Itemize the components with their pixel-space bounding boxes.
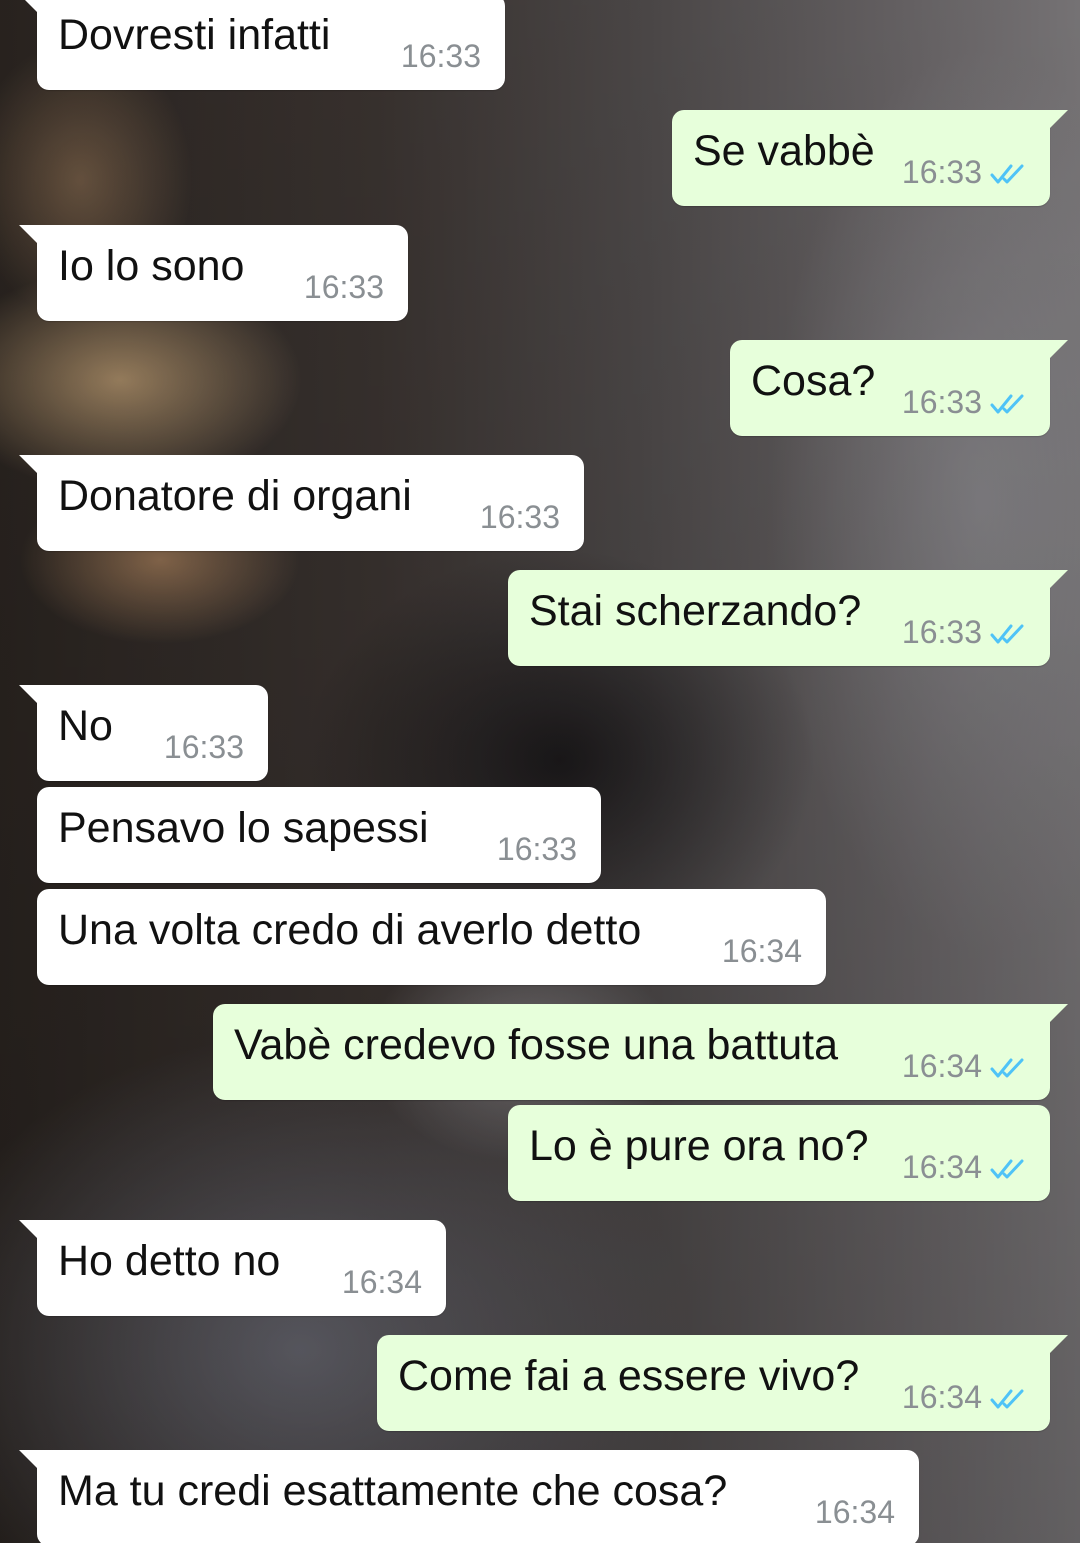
message-time: 16:34 <box>814 1494 895 1530</box>
message-text: Ho detto no <box>58 1237 281 1285</box>
message-text: Una volta credo di averlo detto <box>58 906 642 954</box>
read-receipt-icon <box>990 164 1024 184</box>
message-text: Vabè credevo fosse una battuta <box>234 1021 839 1069</box>
message-text: Come fai a essere vivo? <box>398 1352 860 1400</box>
message-bubble-incoming[interactable]: Dovresti infatti 16:33 <box>19 0 505 90</box>
message-time: 16:33 <box>901 614 982 650</box>
message-time: 16:33 <box>163 729 244 765</box>
message-time: 16:34 <box>721 933 802 969</box>
message-bubble-outgoing[interactable]: Vabè credevo fosse una battuta 16:34 <box>213 1004 1068 1100</box>
message-bubble-outgoing[interactable]: Lo è pure ora no? 16:34 <box>508 1105 1050 1201</box>
message-text: Ma tu credi esattamente che cosa? <box>58 1467 728 1515</box>
message-bubble-outgoing[interactable]: Cosa? 16:33 <box>730 340 1068 436</box>
message-time: 16:34 <box>901 1379 982 1415</box>
read-receipt-icon <box>990 1389 1024 1409</box>
message-text: Se vabbè <box>693 127 875 175</box>
message-text: Pensavo lo sapessi <box>58 804 429 852</box>
message-time: 16:33 <box>303 269 384 305</box>
message-text: Stai scherzando? <box>529 587 862 635</box>
message-bubble-incoming[interactable]: Ho detto no 16:34 <box>19 1220 446 1316</box>
message-time: 16:34 <box>901 1149 982 1185</box>
message-bubble-outgoing[interactable]: Se vabbè 16:33 <box>672 110 1068 206</box>
message-time: 16:33 <box>901 384 982 420</box>
message-text: No <box>58 702 113 750</box>
message-bubble-incoming[interactable]: No 16:33 <box>19 685 268 781</box>
message-text: Cosa? <box>751 357 876 405</box>
message-time: 16:34 <box>341 1264 422 1300</box>
message-bubble-outgoing[interactable]: Stai scherzando? 16:33 <box>508 570 1068 666</box>
message-bubble-incoming[interactable]: Una volta credo di averlo detto 16:34 <box>37 889 826 985</box>
message-time: 16:34 <box>901 1048 982 1084</box>
message-bubble-incoming[interactable]: Io lo sono 16:33 <box>19 225 408 321</box>
message-bubble-incoming[interactable]: Pensavo lo sapessi 16:33 <box>37 787 601 883</box>
message-text: Io lo sono <box>58 242 245 290</box>
message-time: 16:33 <box>400 38 481 74</box>
message-text: Donatore di organi <box>58 472 412 520</box>
read-receipt-icon <box>990 1159 1024 1179</box>
message-time: 16:33 <box>901 154 982 190</box>
read-receipt-icon <box>990 624 1024 644</box>
message-bubble-incoming[interactable]: Donatore di organi 16:33 <box>19 455 584 551</box>
message-list[interactable]: Dovresti infatti 16:33 Se vabbè 16:33 Io… <box>0 0 1080 1543</box>
message-text: Dovresti infatti <box>58 11 331 59</box>
read-receipt-icon <box>990 1058 1024 1078</box>
message-bubble-outgoing[interactable]: Come fai a essere vivo? 16:34 <box>377 1335 1068 1431</box>
message-time: 16:33 <box>479 499 560 535</box>
message-text: Lo è pure ora no? <box>529 1122 869 1170</box>
read-receipt-icon <box>990 394 1024 414</box>
message-time: 16:33 <box>496 831 577 867</box>
message-bubble-incoming[interactable]: Ma tu credi esattamente che cosa? 16:34 <box>19 1450 919 1543</box>
